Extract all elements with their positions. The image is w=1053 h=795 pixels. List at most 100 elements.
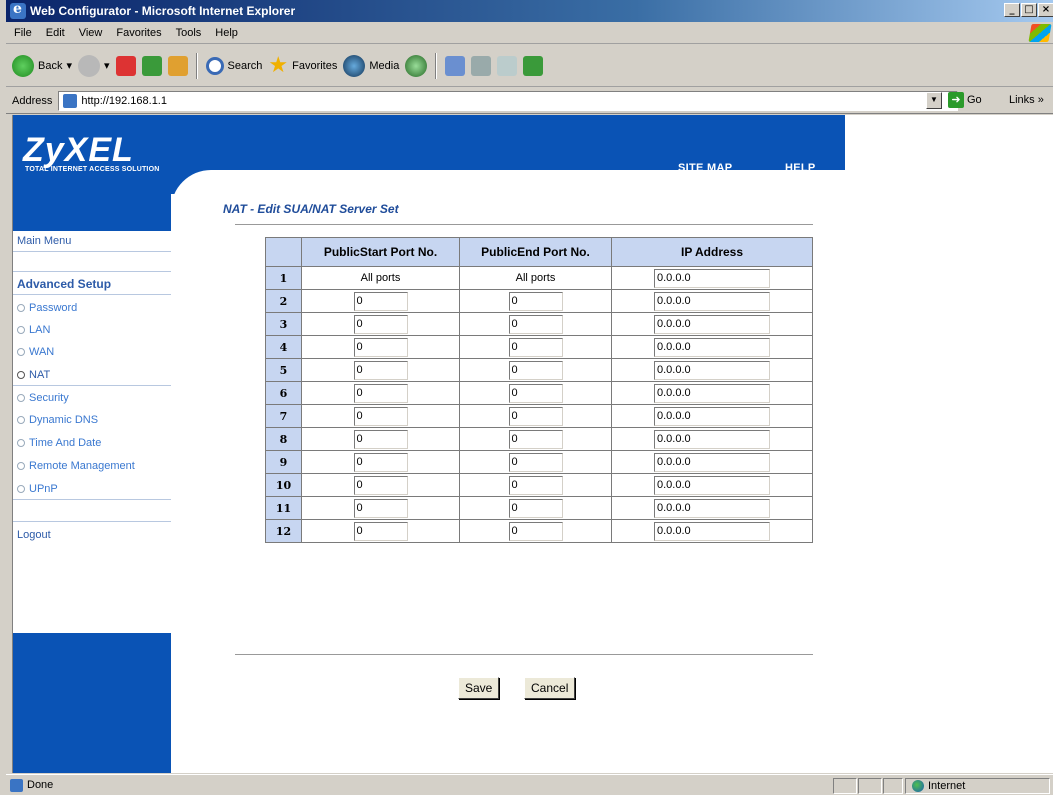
row-number: 4 bbox=[265, 335, 302, 359]
start-port-input[interactable] bbox=[353, 498, 408, 518]
stop-icon[interactable] bbox=[115, 55, 136, 76]
address-dropdown-button[interactable]: ▼ bbox=[926, 92, 942, 109]
ip-address-input[interactable] bbox=[654, 383, 770, 403]
ip-address-input[interactable] bbox=[654, 521, 770, 541]
minimize-button[interactable]: _ bbox=[1004, 3, 1020, 17]
end-port-cell bbox=[459, 519, 612, 543]
end-port-input[interactable] bbox=[508, 291, 563, 311]
ip-address-input[interactable] bbox=[654, 268, 770, 288]
menu-help[interactable]: Help bbox=[215, 27, 238, 39]
close-button[interactable]: × bbox=[1038, 3, 1053, 17]
menu-favorites[interactable]: Favorites bbox=[116, 27, 161, 39]
end-port-input[interactable] bbox=[508, 314, 563, 334]
start-port-input[interactable] bbox=[353, 383, 408, 403]
ip-address-input[interactable] bbox=[654, 360, 770, 380]
end-port-cell: All ports bbox=[459, 266, 612, 290]
forward-button[interactable]: ▾ bbox=[78, 54, 110, 77]
end-port-input[interactable] bbox=[508, 429, 563, 449]
media-icon bbox=[343, 54, 366, 77]
favorites-button[interactable]: ★ Favorites bbox=[268, 53, 337, 78]
sidebar-item-label: LAN bbox=[29, 324, 51, 336]
ip-address-cell bbox=[611, 427, 813, 451]
links-button[interactable]: Links » bbox=[1009, 94, 1044, 106]
start-port-input[interactable] bbox=[353, 291, 408, 311]
ip-address-input[interactable] bbox=[654, 475, 770, 495]
sidebar-item-password[interactable]: Password bbox=[13, 302, 171, 314]
sidebar-item-time-and-date[interactable]: Time And Date bbox=[13, 437, 171, 449]
radio-bullet-icon bbox=[17, 326, 25, 334]
ip-address-input[interactable] bbox=[654, 429, 770, 449]
toolbar-separator bbox=[195, 52, 198, 79]
ip-address-input[interactable] bbox=[654, 406, 770, 426]
start-port-input[interactable] bbox=[353, 475, 408, 495]
ip-address-input[interactable] bbox=[654, 314, 770, 334]
end-port-input[interactable] bbox=[508, 337, 563, 357]
address-input[interactable]: http://192.168.1.1 bbox=[58, 90, 959, 111]
start-port-input[interactable] bbox=[353, 360, 408, 380]
cancel-button[interactable]: Cancel bbox=[524, 677, 576, 699]
refresh-icon[interactable] bbox=[141, 55, 162, 76]
end-port-input[interactable] bbox=[508, 521, 563, 541]
table-row: 2 bbox=[265, 289, 813, 313]
toolbar-separator bbox=[435, 52, 438, 79]
menu-edit[interactable]: Edit bbox=[46, 27, 65, 39]
sidebar-item-security[interactable]: Security bbox=[13, 392, 171, 404]
top-band bbox=[13, 115, 845, 142]
ip-address-input[interactable] bbox=[654, 452, 770, 472]
start-port-input[interactable] bbox=[353, 429, 408, 449]
sidebar-item-wan[interactable]: WAN bbox=[13, 346, 171, 358]
sidebar-item-dynamic-dns[interactable]: Dynamic DNS bbox=[13, 414, 171, 426]
sidebar-main-menu[interactable]: Main Menu bbox=[13, 235, 171, 247]
print-icon[interactable] bbox=[471, 55, 492, 76]
end-port-cell bbox=[459, 427, 612, 451]
end-port-input[interactable] bbox=[508, 452, 563, 472]
start-port-input[interactable] bbox=[353, 521, 408, 541]
ip-address-input[interactable] bbox=[654, 498, 770, 518]
edit-icon[interactable] bbox=[497, 55, 518, 76]
mail-icon[interactable] bbox=[445, 55, 466, 76]
sidebar-logout[interactable]: Logout bbox=[13, 529, 171, 541]
column-header-ip-address: IP Address bbox=[611, 237, 813, 267]
sidebar-item-lan[interactable]: LAN bbox=[13, 324, 171, 336]
back-button[interactable]: Back ▾ bbox=[12, 54, 72, 77]
start-port-input[interactable] bbox=[353, 406, 408, 426]
sidebar-item-remote-management[interactable]: Remote Management bbox=[13, 460, 171, 472]
end-port-input[interactable] bbox=[508, 498, 563, 518]
row-number: 8 bbox=[265, 427, 302, 451]
sidebar-item-upnp[interactable]: UPnP bbox=[13, 483, 171, 495]
address-url: http://192.168.1.1 bbox=[81, 94, 167, 107]
page-icon bbox=[10, 778, 23, 792]
ip-address-input[interactable] bbox=[654, 337, 770, 357]
menu-tools[interactable]: Tools bbox=[176, 27, 202, 39]
maximize-button[interactable]: □ bbox=[1021, 3, 1037, 17]
search-label: Search bbox=[227, 59, 263, 72]
go-button[interactable]: ➜ Go bbox=[948, 92, 982, 108]
start-port-input[interactable] bbox=[353, 314, 408, 334]
media-button[interactable]: Media bbox=[343, 54, 399, 77]
search-button[interactable]: Search bbox=[205, 56, 263, 75]
ip-address-input[interactable] bbox=[654, 291, 770, 311]
windows-logo-icon bbox=[1028, 24, 1052, 42]
status-bar: Done Internet bbox=[6, 774, 1053, 795]
end-port-input[interactable] bbox=[508, 475, 563, 495]
ip-address-cell bbox=[611, 289, 813, 313]
menu-file[interactable]: File bbox=[14, 27, 32, 39]
end-port-input[interactable] bbox=[508, 383, 563, 403]
history-icon[interactable] bbox=[405, 54, 428, 77]
start-port-input[interactable] bbox=[353, 337, 408, 357]
ip-address-cell bbox=[611, 450, 813, 474]
save-button[interactable]: Save bbox=[458, 677, 500, 699]
sidebar-advanced-setup[interactable]: Advanced Setup bbox=[13, 277, 171, 291]
start-port-input[interactable] bbox=[353, 452, 408, 472]
start-port-cell bbox=[301, 404, 460, 428]
radio-bullet-icon bbox=[17, 394, 25, 402]
row-number: 11 bbox=[265, 496, 302, 520]
home-icon[interactable] bbox=[167, 55, 188, 76]
menu-view[interactable]: View bbox=[79, 27, 103, 39]
end-port-input[interactable] bbox=[508, 406, 563, 426]
end-port-input[interactable] bbox=[508, 360, 563, 380]
radio-bullet-icon bbox=[17, 439, 25, 447]
sidebar-item-nat[interactable]: NAT bbox=[13, 369, 171, 381]
messenger-icon[interactable] bbox=[523, 55, 544, 76]
end-port-cell bbox=[459, 496, 612, 520]
